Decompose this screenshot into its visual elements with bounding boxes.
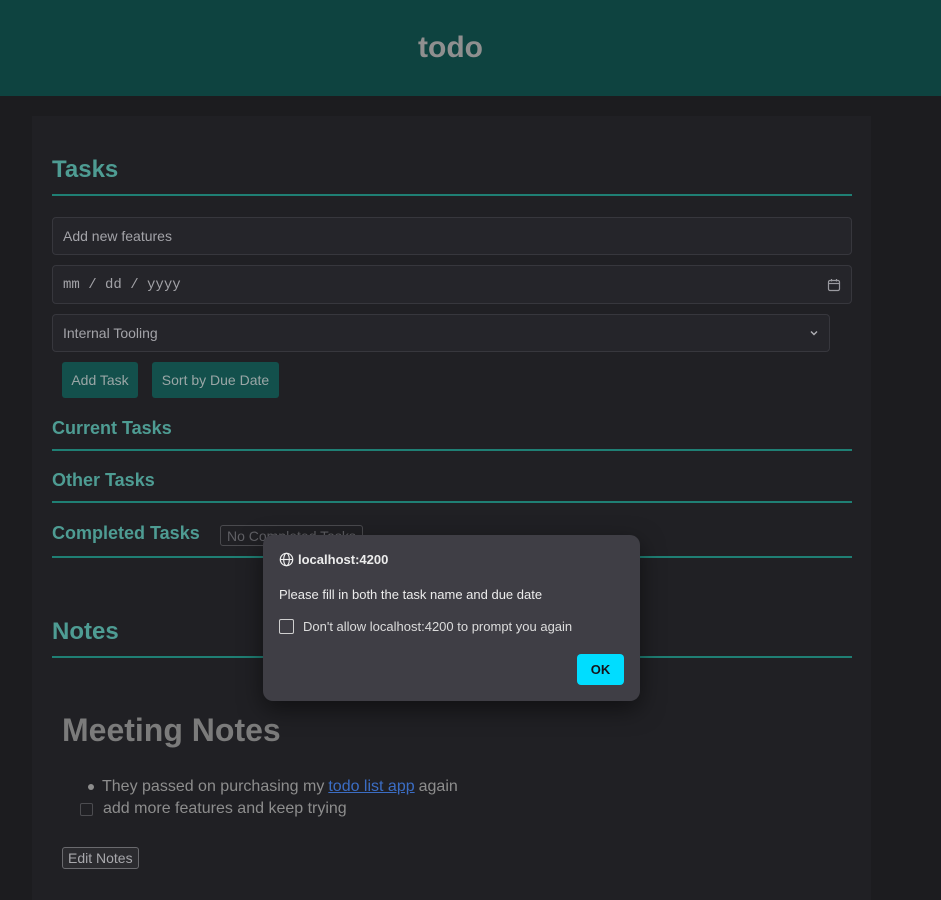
notes-heading: Notes — [52, 618, 119, 645]
tasks-heading: Tasks — [52, 156, 119, 183]
category-selected-value: Internal Tooling — [63, 325, 158, 341]
calendar-icon[interactable] — [827, 278, 841, 292]
bullet-dot — [88, 784, 94, 790]
other-tasks-heading: Other Tasks — [52, 470, 155, 490]
suppress-prompts-checkbox[interactable] — [279, 619, 294, 634]
prompt-dialog: localhost:4200 Please fill in both the t… — [263, 535, 640, 701]
sort-by-due-date-button[interactable]: Sort by Due Date — [152, 362, 279, 398]
notes-bullet-item: They passed on purchasing my todo list a… — [88, 778, 458, 796]
current-tasks-heading: Current Tasks — [52, 418, 172, 438]
due-date-input[interactable]: mm / dd / yyyy — [52, 265, 852, 304]
dialog-origin-text: localhost:4200 — [298, 552, 389, 567]
suppress-prompts-label: Don't allow localhost:4200 to prompt you… — [303, 619, 573, 634]
chevron-down-icon — [809, 328, 819, 338]
todo-list-app-link[interactable]: todo list app — [328, 778, 414, 796]
add-task-button[interactable]: Add Task — [62, 362, 138, 398]
task-name-value: Add new features — [63, 228, 172, 244]
dialog-message: Please fill in both the task name and du… — [279, 587, 543, 602]
ok-button[interactable]: OK — [577, 654, 624, 685]
globe-icon — [279, 552, 294, 567]
notes-checkbox[interactable] — [80, 802, 93, 816]
bullet-text-prefix: They passed on purchasing my — [102, 778, 325, 795]
dialog-suppress-option: Don't allow localhost:4200 to prompt you… — [279, 619, 572, 634]
notes-checkbox-label: add more features and keep trying — [103, 800, 347, 817]
notes-checkbox-item: add more features and keep trying — [80, 800, 347, 818]
completed-tasks-heading: Completed Tasks — [52, 523, 200, 543]
bullet-text-suffix: again — [418, 778, 458, 795]
task-name-input[interactable]: Add new features — [52, 217, 852, 255]
meeting-notes-title: Meeting Notes — [62, 712, 281, 748]
edit-notes-button[interactable]: Edit Notes — [62, 847, 139, 869]
other-tasks-divider — [52, 501, 852, 503]
tasks-divider — [52, 194, 852, 196]
dialog-origin: localhost:4200 — [279, 552, 388, 567]
current-tasks-divider — [52, 449, 852, 451]
category-select[interactable]: Internal Tooling — [52, 314, 830, 352]
app-title: todo — [418, 31, 483, 64]
due-date-placeholder: mm / dd / yyyy — [63, 276, 181, 293]
app-header: todo — [0, 0, 941, 96]
